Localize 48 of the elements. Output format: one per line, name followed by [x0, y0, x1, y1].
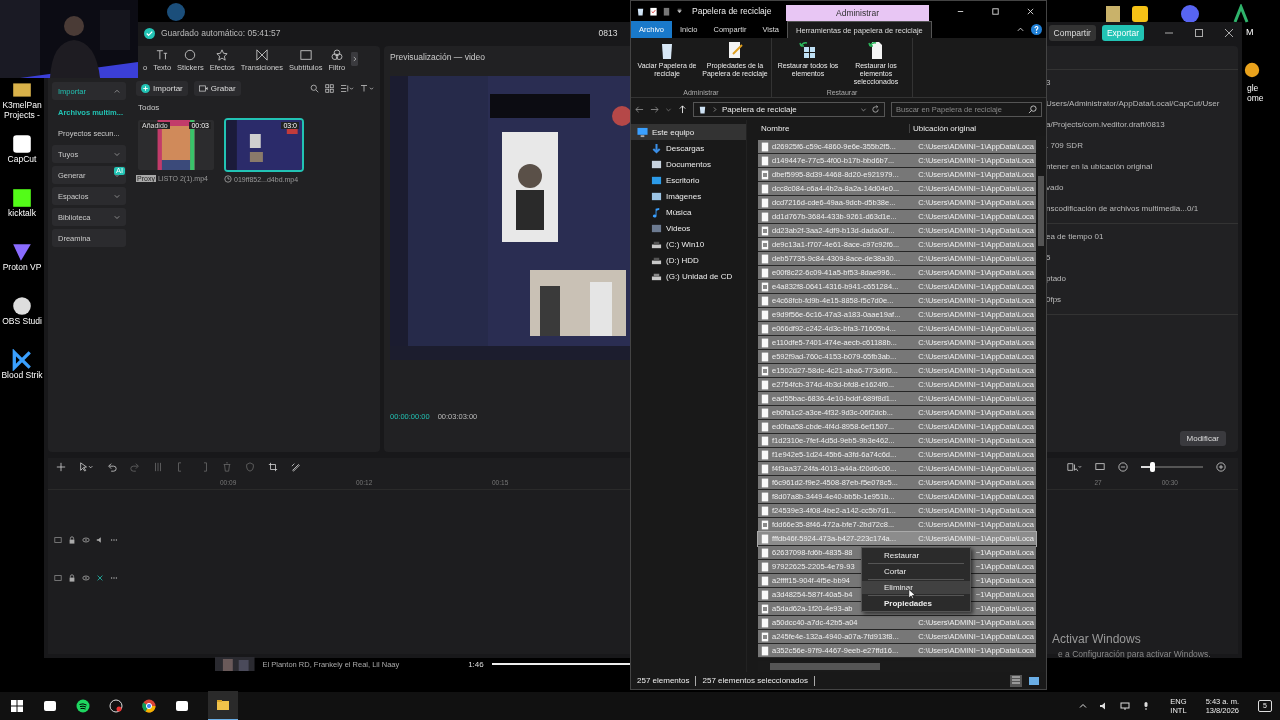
- detail-text: ntener en la ubicación original: [1046, 162, 1154, 171]
- activation-title: Activar Windows: [1052, 632, 1142, 646]
- detail-text: vado: [1046, 183, 1065, 192]
- desktop-icon-label[interactable]: M: [1246, 27, 1254, 37]
- filter-label: Todos: [138, 103, 161, 112]
- record-button[interactable]: Grabar: [193, 80, 241, 96]
- column-header[interactable]: Ubicación original: [910, 123, 977, 133]
- detail-text: Users/Administrator/AppData/Local/CapCut/User: [1046, 99, 1221, 108]
- navigation-item[interactable]: (C:) Win10: [631, 236, 746, 252]
- navigation-item[interactable]: Videos: [631, 220, 746, 236]
- desktop-icon-label[interactable]: kicktalk: [0, 209, 44, 219]
- navigation-item[interactable]: Este equipo: [631, 124, 746, 140]
- navigation-item[interactable]: Escritorio: [631, 172, 746, 188]
- status-text: 257 elementos: [637, 676, 690, 685]
- desktop-icon-label[interactable]: OBS Studi: [0, 317, 44, 327]
- menu-item[interactable]: Eliminar: [862, 581, 970, 594]
- autosave-status: Guardado automático: 05:41:57: [161, 28, 281, 38]
- detail-text: ptado: [1046, 274, 1068, 283]
- detail-text: 3: [1046, 78, 1052, 87]
- desktop-icon-label[interactable]: gle ome: [1247, 84, 1271, 104]
- desktop-icon-label[interactable]: CapCut: [0, 155, 44, 165]
- address-bar[interactable]: Papelera de reciclaje: [693, 101, 885, 117]
- desktop-icon-label[interactable]: Proton VP: [0, 263, 44, 273]
- detail-text: a/Projects/com.lveditor.draft/0813: [1046, 120, 1166, 129]
- menu-item[interactable]: Restaurar: [862, 549, 970, 562]
- share-button[interactable]: Compartir: [1048, 25, 1096, 41]
- detail-text: nscodificación de archivos multimedia...0/1: [1046, 204, 1200, 213]
- activation-message: e a Configuración para activar Windows.: [1058, 649, 1211, 659]
- navigation-item[interactable]: Documentos: [631, 156, 746, 172]
- menu-item[interactable]: Cortar: [862, 565, 970, 578]
- import-button[interactable]: Importar: [136, 80, 188, 96]
- navigation-item[interactable]: Música: [631, 204, 746, 220]
- panel-title: Previsualización — video: [390, 51, 486, 64]
- elapsed-time: 1:46: [468, 659, 484, 669]
- contextual-tab-header: Administrar: [786, 5, 929, 21]
- navigation-item[interactable]: Descargas: [631, 140, 746, 156]
- detail-text: . 709 SDR: [1046, 141, 1084, 150]
- navigation-item[interactable]: (G:) Unidad de CD: [631, 268, 746, 284]
- detail-text: 5: [1046, 253, 1052, 262]
- project-name: 0813: [598, 28, 618, 38]
- desktop-icon-label[interactable]: K3melPan Projects -: [0, 101, 44, 121]
- column-header[interactable]: Nombre: [758, 123, 910, 133]
- navigation-item[interactable]: (D:) HDD: [631, 252, 746, 268]
- modify-button[interactable]: Modificar: [1179, 431, 1226, 446]
- status-text: 257 elementos seleccionados: [702, 676, 808, 685]
- navigation-item[interactable]: Imágenes: [631, 188, 746, 204]
- desktop-icon-label[interactable]: Blood Strik: [0, 371, 44, 381]
- window-title: Papelera de reciclaje: [692, 6, 773, 16]
